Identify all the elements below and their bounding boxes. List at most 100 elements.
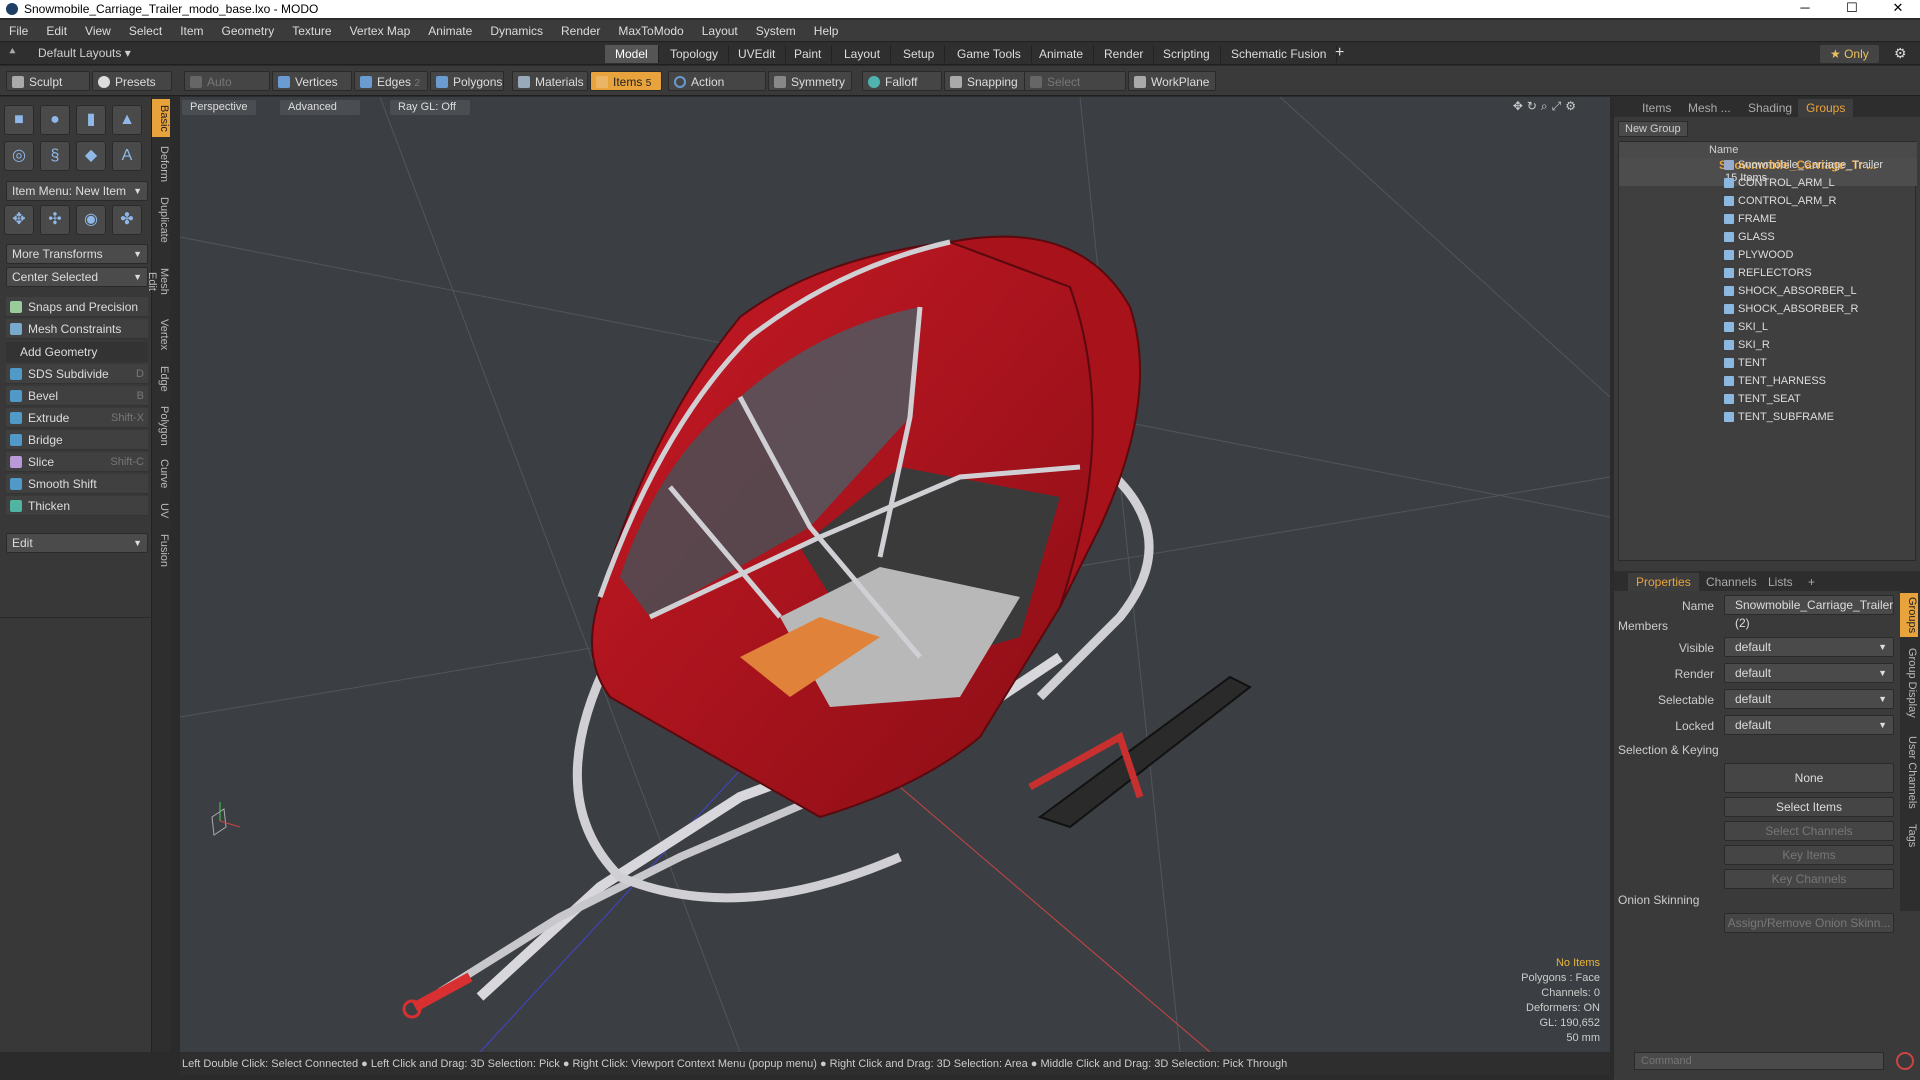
tab-uvedit[interactable]: UVEdit	[728, 45, 787, 63]
add-tab-button[interactable]: +	[1335, 44, 1344, 62]
command-input[interactable]	[1634, 1052, 1884, 1070]
tab-layout[interactable]: Layout	[834, 45, 892, 63]
tab-schematic-fusion[interactable]: Schematic Fusion	[1221, 45, 1338, 63]
rotate-tool-icon[interactable]: ✣	[40, 205, 70, 235]
tool-extrude[interactable]: Extrude Shift-X	[6, 408, 148, 428]
snaps-precision-button[interactable]: Snaps and Precision	[6, 297, 148, 317]
tab-game-tools[interactable]: Game Tools	[947, 45, 1032, 63]
vertices-button[interactable]: Vertices 1	[272, 71, 352, 109]
sculpt-button[interactable]: Sculpt	[6, 71, 90, 91]
select-items-button[interactable]: Select Items	[1724, 797, 1894, 817]
add-geometry-header[interactable]: Add Geometry	[6, 342, 148, 362]
tree-item[interactable]: GLASS	[1724, 228, 1775, 246]
vtab-edge[interactable]: Edge	[152, 361, 170, 397]
cylinder-primitive-icon[interactable]: ▮	[76, 105, 106, 135]
item-menu-dropdown[interactable]: Item Menu: New Item ▼	[6, 181, 148, 201]
action-center-button[interactable]: Action Center	[668, 71, 766, 109]
layout-up-icon[interactable]: ⯅	[8, 46, 17, 59]
3d-viewport[interactable]: Perspective Advanced Ray GL: Off ✥↻⌕⤢⚙ N…	[180, 97, 1610, 1052]
menu-item[interactable]: Item	[171, 20, 212, 42]
menu-layout[interactable]: Layout	[693, 20, 747, 42]
spiral-primitive-icon[interactable]: §	[40, 141, 70, 171]
tool-thicken[interactable]: Thicken	[6, 496, 148, 516]
new-group-button[interactable]: New Group	[1618, 121, 1688, 137]
selection-keying-section[interactable]: Selection & Keying	[1618, 743, 1719, 757]
selectable-dropdown[interactable]: default ▼	[1724, 689, 1894, 709]
locked-dropdown[interactable]: default ▼	[1724, 715, 1894, 735]
center-selected-dropdown[interactable]: Center Selected ▼	[6, 267, 148, 287]
tree-item[interactable]: TENT_SUBFRAME	[1724, 408, 1834, 426]
tool-bevel[interactable]: Bevel B	[6, 386, 148, 406]
edges-button[interactable]: Edges 2	[354, 71, 428, 91]
vtab-fusion[interactable]: Fusion	[152, 529, 170, 573]
tab-setup[interactable]: Setup	[893, 45, 946, 63]
presets-button[interactable]: Presets F6	[92, 71, 172, 109]
torus-primitive-icon[interactable]: ◎	[4, 141, 34, 171]
vtab-group-display[interactable]: Group Display	[1900, 641, 1918, 725]
tab-model[interactable]: Model	[605, 45, 659, 63]
auto-select-button[interactable]: Auto Select	[184, 71, 270, 109]
default-layouts-dropdown[interactable]: Default Layouts ▾	[38, 46, 131, 60]
tool-smooth-shift[interactable]: Smooth Shift	[6, 474, 148, 494]
vtab-vertex[interactable]: Vertex	[152, 313, 170, 357]
menu-help[interactable]: Help	[805, 20, 848, 42]
key-items-button[interactable]: Key Items	[1724, 845, 1894, 865]
menu-animate[interactable]: Animate	[419, 20, 481, 42]
render-dropdown[interactable]: default ▼	[1724, 663, 1894, 683]
vtab-uv[interactable]: UV	[152, 497, 170, 525]
sphere-primitive-icon[interactable]: ●	[40, 105, 70, 135]
tree-item[interactable]: CONTROL_ARM_L	[1724, 174, 1835, 192]
tab-topology[interactable]: Topology	[660, 45, 730, 63]
snowmobile-trailer-model[interactable]	[402, 235, 1252, 1019]
polygons-button[interactable]: Polygons	[430, 71, 504, 91]
text-primitive-icon[interactable]: A	[112, 141, 142, 171]
tool-bridge[interactable]: Bridge	[6, 430, 148, 450]
edit-dropdown[interactable]: Edit ▼	[6, 533, 148, 553]
tab-animate[interactable]: Animate	[1029, 45, 1095, 63]
more-transforms-dropdown[interactable]: More Transforms ▼	[6, 244, 148, 264]
tree-item[interactable]: SHOCK_ABSORBER_R	[1724, 300, 1858, 318]
tree-item[interactable]: REFLECTORS	[1724, 264, 1812, 282]
gear-icon[interactable]: ⚙	[1894, 45, 1907, 62]
menu-vertex-map[interactable]: Vertex Map	[341, 20, 420, 42]
none-button[interactable]: None	[1724, 763, 1894, 793]
vtab-tags[interactable]: Tags	[1900, 819, 1918, 853]
name-field[interactable]: Snowmobile_Carriage_Trailer (2)	[1724, 595, 1894, 630]
tab-shading[interactable]: Shading	[1740, 99, 1800, 117]
tab-render[interactable]: Render	[1094, 45, 1155, 63]
tab-scripting[interactable]: Scripting	[1153, 45, 1221, 63]
materials-button[interactable]: Materials	[512, 71, 588, 91]
tab-groups[interactable]: Groups	[1798, 99, 1854, 117]
cube-primitive-icon[interactable]: ■	[4, 105, 34, 135]
select-channels-button[interactable]: Select Channels	[1724, 821, 1894, 841]
members-section[interactable]: Members	[1618, 619, 1668, 633]
menu-texture[interactable]: Texture	[283, 20, 340, 42]
key-channels-button[interactable]: Key Channels	[1724, 869, 1894, 889]
add-properties-tab-button[interactable]: +	[1800, 573, 1823, 591]
items-button[interactable]: Items 5	[590, 71, 662, 91]
perspective-button[interactable]: Perspective	[182, 100, 256, 115]
vtab-deform[interactable]: Deform	[152, 141, 170, 187]
viewport-scene[interactable]	[180, 97, 1610, 1052]
menu-view[interactable]: View	[76, 20, 120, 42]
vtab-curve[interactable]: Curve	[152, 455, 170, 493]
visible-dropdown[interactable]: default ▼	[1724, 637, 1894, 657]
vtab-duplicate[interactable]: Duplicate	[152, 191, 170, 249]
maximize-button[interactable]: ☐	[1832, 0, 1872, 18]
tree-item[interactable]: TENT	[1724, 354, 1767, 372]
assign-onion-button[interactable]: Assign/Remove Onion Skinn...	[1724, 913, 1894, 933]
tree-item[interactable]: Snowmobile_Carriage_Trailer	[1724, 156, 1883, 174]
vtab-groups[interactable]: Groups	[1900, 593, 1918, 637]
scale-tool-icon[interactable]: ◉	[76, 205, 106, 235]
workplane-button[interactable]: WorkPlane	[1128, 71, 1216, 91]
menu-render[interactable]: Render	[552, 20, 609, 42]
viewport-nav-icons[interactable]: ✥↻⌕⤢⚙	[1513, 99, 1580, 114]
menu-maxtomodo[interactable]: MaxToModo	[609, 20, 692, 42]
tree-item[interactable]: TENT_HARNESS	[1724, 372, 1826, 390]
vtab-basic[interactable]: Basic	[152, 99, 170, 137]
only-toggle[interactable]: ★ Only	[1820, 45, 1879, 63]
transform-tool-icon[interactable]: ✤	[112, 205, 142, 235]
close-button[interactable]: ✕	[1878, 0, 1918, 18]
menu-edit[interactable]: Edit	[37, 20, 76, 42]
select-through-button[interactable]: Select Through	[1024, 71, 1126, 109]
